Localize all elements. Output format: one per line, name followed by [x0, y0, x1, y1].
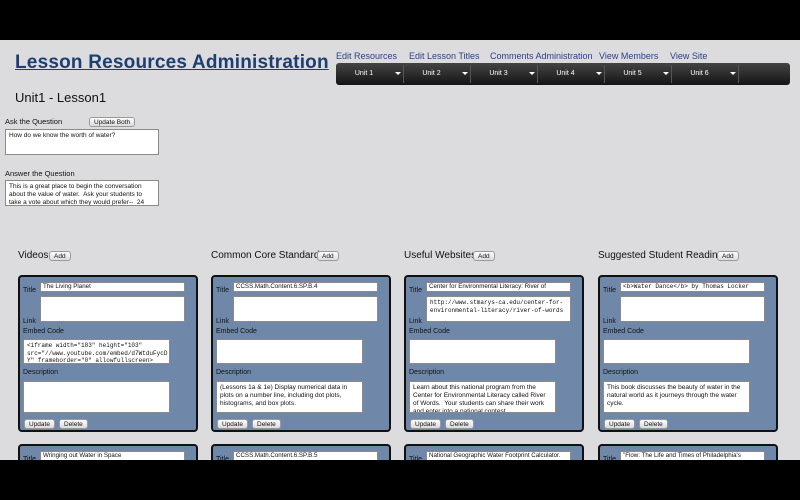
- unit-4-menu[interactable]: Unit 4: [538, 63, 605, 85]
- chevron-down-icon: [730, 72, 736, 75]
- title-label: Title: [23, 456, 36, 460]
- link-input[interactable]: [233, 296, 378, 322]
- chevron-down-icon: [596, 72, 602, 75]
- standard-card: Title CCSS.Math.Content.6.SP.B.5: [211, 444, 391, 460]
- chevron-down-icon: [395, 72, 401, 75]
- nav-edit-resources-link[interactable]: Edit Resources: [336, 51, 397, 61]
- chevron-down-icon: [663, 72, 669, 75]
- unit-3-menu[interactable]: Unit 3: [471, 63, 538, 85]
- embed-code-input[interactable]: [409, 339, 556, 364]
- update-button[interactable]: Update: [217, 419, 248, 429]
- unit-label: Unit 1: [354, 70, 374, 77]
- page-title: Lesson Resources Administration: [15, 52, 329, 73]
- unit-6-menu[interactable]: Unit 6: [672, 63, 739, 85]
- title-input[interactable]: National Geographic Water Footprint Calc…: [426, 451, 571, 460]
- title-input[interactable]: "Flow: The Life and Times of Philadelphi…: [620, 451, 765, 460]
- description-label: Description: [409, 369, 445, 376]
- unit-label: Unit 5: [623, 70, 642, 77]
- link-input[interactable]: [40, 296, 185, 322]
- delete-button[interactable]: Delete: [59, 419, 88, 429]
- title-label: Title: [603, 456, 616, 460]
- video-card: Title Wringing out Water in Space: [18, 444, 198, 460]
- unit-label: Unit 4: [556, 70, 575, 77]
- title-input[interactable]: Center for Environmental Literacy: River…: [426, 282, 571, 292]
- ask-question-label: Ask the Question: [5, 117, 63, 126]
- unit-1-menu[interactable]: Unit 1: [336, 63, 404, 85]
- website-card: Title National Geographic Water Footprin…: [404, 444, 584, 460]
- chevron-down-icon: [462, 72, 468, 75]
- nav-view-members-link[interactable]: View Members: [599, 51, 658, 61]
- standard-card: Title CCSS.Math.Content.6.SP.B.4 Link Em…: [211, 275, 391, 432]
- description-input[interactable]: Learn about this national program from t…: [409, 381, 556, 413]
- add-website-button[interactable]: Add: [473, 251, 495, 261]
- reading-card: Title <b>Water Dance</b> by Thomas Locke…: [598, 275, 778, 432]
- unit-5-menu[interactable]: Unit 5: [605, 63, 672, 85]
- update-button[interactable]: Update: [604, 419, 635, 429]
- embed-code-label: Embed Code: [603, 328, 644, 335]
- admin-page: Lesson Resources Administration Unit1 - …: [0, 40, 800, 460]
- description-label: Description: [603, 369, 639, 376]
- link-label: Link: [216, 318, 229, 325]
- chevron-down-icon: [529, 72, 535, 75]
- link-input[interactable]: http://www.stmarys-ca.edu/center-for-env…: [426, 296, 571, 322]
- embed-code-input[interactable]: <iframe width="183" height="103" src="//…: [23, 339, 170, 364]
- update-button[interactable]: Update: [410, 419, 441, 429]
- update-both-button[interactable]: Update Both: [89, 117, 136, 127]
- lesson-heading: Unit1 - Lesson1: [15, 90, 107, 105]
- description-input[interactable]: [23, 381, 170, 413]
- title-input[interactable]: Wringing out Water in Space: [40, 451, 185, 460]
- delete-button[interactable]: Delete: [445, 419, 474, 429]
- description-label: Description: [23, 369, 59, 376]
- embed-code-input[interactable]: [216, 339, 363, 364]
- answer-question-field[interactable]: This is a great place to begin the conve…: [5, 180, 159, 206]
- add-standard-button[interactable]: Add: [317, 251, 339, 261]
- embed-code-label: Embed Code: [216, 328, 257, 335]
- update-button[interactable]: Update: [24, 419, 55, 429]
- title-input[interactable]: CCSS.Math.Content.6.SP.B.5: [233, 451, 378, 460]
- title-label: Title: [409, 287, 422, 294]
- description-input[interactable]: This book discusses the beauty of water …: [603, 381, 750, 413]
- embed-code-label: Embed Code: [409, 328, 450, 335]
- nav-edit-lesson-titles-link[interactable]: Edit Lesson Titles: [409, 51, 480, 61]
- answer-question-label: Answer the Question: [5, 169, 75, 178]
- title-label: Title: [216, 287, 229, 294]
- nav-comments-admin-link[interactable]: Comments Administration: [490, 51, 593, 61]
- embed-code-label: Embed Code: [23, 328, 64, 335]
- title-input[interactable]: <b>Water Dance</b> by Thomas Locker: [620, 282, 765, 292]
- title-label: Title: [216, 456, 229, 460]
- title-label: Title: [23, 287, 36, 294]
- unit-label: Unit 3: [489, 70, 508, 77]
- title-label: Title: [603, 287, 616, 294]
- nav-view-site-link[interactable]: View Site: [670, 51, 707, 61]
- description-label: Description: [216, 369, 252, 376]
- delete-button[interactable]: Delete: [639, 419, 668, 429]
- link-input[interactable]: [620, 296, 765, 322]
- link-label: Link: [23, 318, 36, 325]
- link-label: Link: [603, 318, 616, 325]
- embed-code-input[interactable]: [603, 339, 750, 364]
- ask-question-field[interactable]: How do we know the worth of water?: [5, 129, 159, 155]
- unit-label: Unit 2: [422, 70, 441, 77]
- title-input[interactable]: The Living Planet: [40, 282, 185, 292]
- delete-button[interactable]: Delete: [252, 419, 281, 429]
- link-label: Link: [409, 318, 422, 325]
- add-video-button[interactable]: Add: [49, 251, 71, 261]
- add-reading-button[interactable]: Add: [717, 251, 739, 261]
- title-input[interactable]: CCSS.Math.Content.6.SP.B.4: [233, 282, 378, 292]
- unit-2-menu[interactable]: Unit 2: [404, 63, 471, 85]
- description-input[interactable]: (Lessons 1a & 1e) Display numerical data…: [216, 381, 363, 413]
- unit-label: Unit 6: [690, 70, 709, 77]
- title-label: Title: [409, 456, 422, 460]
- unit-menu-bar: Unit 1 Unit 2 Unit 3 Unit 4 Unit 5 Unit …: [336, 63, 790, 85]
- video-card: Title The Living Planet Link Embed Code …: [18, 275, 198, 432]
- website-card: Title Center for Environmental Literacy:…: [404, 275, 584, 432]
- reading-card: Title "Flow: The Life and Times of Phila…: [598, 444, 778, 460]
